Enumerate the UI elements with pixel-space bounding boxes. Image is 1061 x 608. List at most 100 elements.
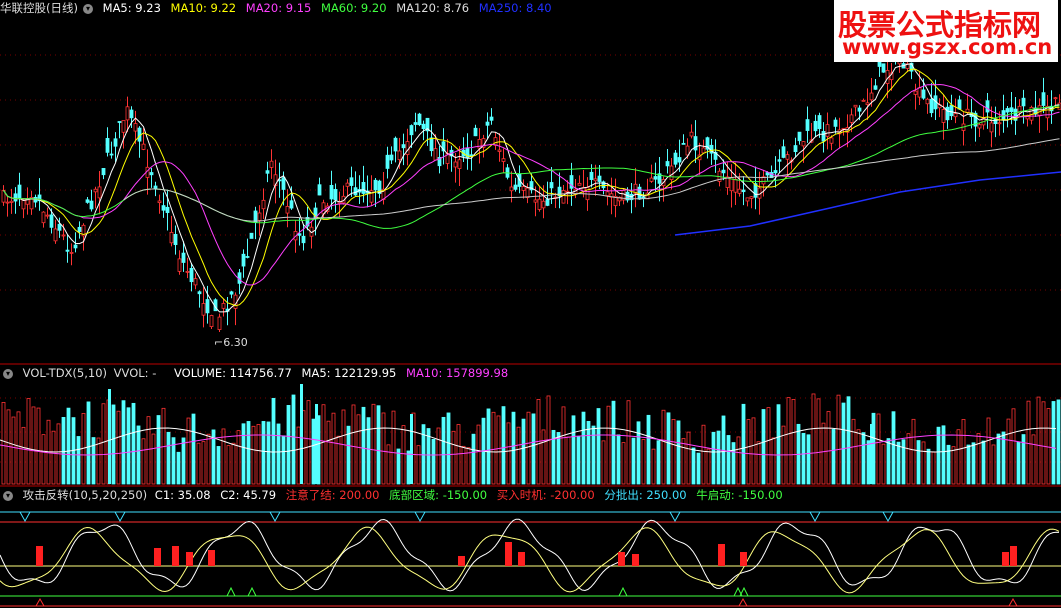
candle-body: [389, 154, 394, 161]
volume-settings-icon[interactable]: ▾: [3, 368, 13, 379]
indicator-red-bar: [718, 544, 725, 566]
indicator-settings-icon[interactable]: ▾: [3, 490, 13, 501]
main-info-bar: 华联控股(日线) ▾ MA5: 9.23 MA10: 9.22 MA20: 9.1…: [0, 0, 558, 16]
volume-bar: [76, 436, 81, 485]
volume-bar: [131, 402, 136, 485]
watermark-logo: 股票公式指标网 www.gszx.com.cn: [834, 0, 1058, 62]
candle-body: [201, 303, 206, 316]
candle-body: [829, 137, 834, 144]
volume-bar: [101, 403, 106, 485]
volume-bar: [876, 413, 881, 485]
batch-out-marker: [269, 511, 281, 523]
volume-bar: [706, 448, 711, 485]
volume-bar: [531, 413, 536, 485]
candle-body: [597, 175, 602, 182]
candle-body: [97, 186, 102, 199]
volume-bar: [786, 397, 791, 485]
candle-body: [945, 106, 950, 121]
candle-body: [45, 214, 50, 217]
candle-body: [1041, 92, 1046, 106]
volume-bar: [96, 437, 101, 485]
volume-bar: [376, 405, 381, 485]
candle-body: [917, 87, 922, 98]
candle-body: [993, 118, 998, 125]
candle-body: [929, 98, 934, 114]
volume-bar: [356, 414, 361, 485]
volume-info-bar: ▾ VOL-TDX(5,10) VVOL: - VOLUME: 114756.7…: [0, 365, 514, 381]
candle-body: [41, 211, 46, 224]
candle-body: [545, 199, 550, 206]
volume-bar: [566, 436, 571, 485]
candle-body: [121, 120, 126, 133]
settings-icon[interactable]: ▾: [82, 3, 93, 14]
volume-bar: [246, 421, 251, 485]
candle-body: [865, 102, 870, 106]
volume-bar: [811, 393, 816, 485]
candle-body: [797, 131, 802, 142]
volume-bar: [921, 441, 926, 485]
candle-body: [197, 291, 202, 295]
stock-chart[interactable]: [0, 0, 1061, 608]
volume-bar: [471, 433, 476, 485]
volume-bar: [421, 424, 426, 485]
candle-body: [257, 212, 262, 221]
volume-bar: [761, 409, 766, 485]
volume-bar: [31, 406, 36, 485]
candle-body: [749, 196, 754, 199]
volume-bar: [441, 416, 446, 485]
volume-bar: [841, 402, 846, 485]
volume-bar: [206, 433, 211, 485]
volume-bar: [191, 413, 196, 485]
volume-bar: [996, 433, 1001, 485]
volume-bar: [196, 442, 201, 485]
indicator-red-bar: [518, 552, 525, 566]
volume-bar: [291, 394, 296, 485]
candle-body: [497, 149, 502, 152]
volume-bar: [141, 438, 146, 485]
volume-bar: [116, 410, 121, 485]
volume-bar: [666, 412, 671, 485]
volume-bar: [181, 437, 186, 485]
ma5-line: [3, 63, 1060, 313]
batch-out-marker: [669, 511, 681, 523]
candle-body: [5, 201, 10, 204]
candle-body: [429, 137, 434, 152]
candle-body: [85, 199, 90, 203]
volume-bar: [396, 448, 401, 485]
candle-body: [561, 190, 566, 204]
volume-bar: [236, 430, 241, 485]
volume-bar: [696, 452, 701, 485]
volume-bar: [896, 441, 901, 485]
buy-timing-marker: [738, 597, 748, 607]
volume-bar: [371, 403, 376, 485]
volume-bar: [386, 444, 391, 485]
batch-out-marker: [809, 511, 821, 523]
candle-body: [9, 200, 14, 203]
volume-bar: [681, 438, 686, 485]
volume-bar: [576, 436, 581, 485]
indicator-red-bar: [154, 548, 161, 566]
volume-bar: [496, 415, 501, 485]
candle-body: [217, 316, 222, 330]
volume-bar: [226, 445, 231, 485]
volume-bar: [981, 440, 986, 485]
volume-bar: [406, 450, 411, 485]
candle-body: [821, 131, 826, 142]
batch-out-marker: [114, 511, 126, 523]
volume-bar: [656, 440, 661, 485]
volume-bar: [651, 448, 656, 485]
candle-body: [245, 256, 250, 258]
candle-body: [153, 185, 158, 190]
candle-body: [509, 186, 514, 192]
volume-bar: [766, 407, 771, 485]
candle-body: [133, 123, 138, 132]
candle-body: [549, 182, 554, 189]
volume-bar: [201, 441, 206, 485]
volume-bar: [941, 425, 946, 485]
candle-body: [913, 90, 918, 95]
candle-body: [985, 100, 990, 113]
volume-bar: [416, 445, 421, 485]
candle-body: [489, 116, 494, 121]
volume-bar: [691, 447, 696, 485]
candle-body: [373, 179, 378, 191]
